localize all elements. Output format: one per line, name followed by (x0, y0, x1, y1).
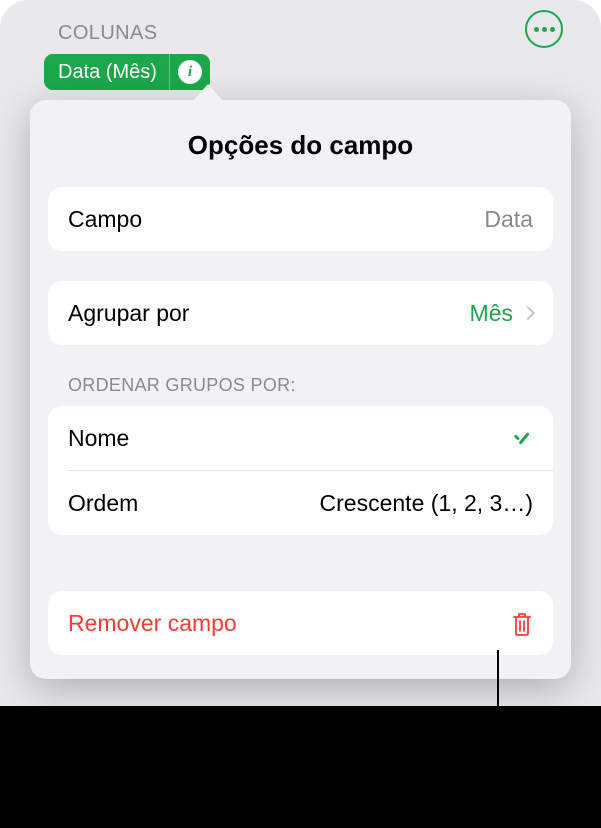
row-group-by-right: Mês (470, 300, 533, 327)
section-header-columns: COLUNAS (58, 22, 158, 45)
trash-icon (511, 611, 533, 635)
row-group-by-value: Mês (470, 300, 513, 327)
row-group-by-label: Agrupar por (68, 300, 189, 327)
panel-root: COLUNAS Data (Mês) i Opções do campo Cam… (0, 0, 601, 828)
column-chip[interactable]: Data (Mês) i (44, 54, 210, 90)
group-field: Campo Data (48, 187, 553, 251)
group-sort: Nome Ordem Crescente (1, 2, 3…) (48, 406, 553, 535)
callout-line (497, 650, 499, 800)
checkmark-icon (511, 427, 533, 449)
row-order-value: Crescente (1, 2, 3…) (320, 490, 533, 517)
group-remove: Remover campo (48, 591, 553, 655)
row-sort-name[interactable]: Nome (48, 406, 553, 470)
row-field-value: Data (484, 206, 533, 233)
row-remove-label: Remover campo (68, 610, 237, 637)
row-group-by[interactable]: Agrupar por Mês (48, 281, 553, 345)
column-chip-row: Data (Mês) i (44, 54, 210, 90)
row-field[interactable]: Campo Data (48, 187, 553, 251)
row-sort-name-label: Nome (68, 425, 129, 452)
field-options-popover: Opções do campo Campo Data Agrupar por M… (30, 100, 571, 679)
sort-groups-caption: ORDENAR GRUPOS POR: (68, 375, 533, 396)
info-icon: i (178, 60, 202, 84)
row-order[interactable]: Ordem Crescente (1, 2, 3…) (48, 471, 553, 535)
popover-pointer (192, 84, 224, 102)
ellipsis-icon (534, 27, 539, 32)
bottom-bar (0, 706, 601, 828)
chevron-right-icon (521, 306, 535, 320)
popover-title: Opções do campo (30, 100, 571, 187)
group-groupby: Agrupar por Mês (48, 281, 553, 345)
column-chip-label: Data (Mês) (44, 61, 169, 84)
row-remove-field[interactable]: Remover campo (48, 591, 553, 655)
more-options-button[interactable] (525, 10, 563, 48)
row-order-label: Ordem (68, 490, 138, 517)
row-field-label: Campo (68, 206, 142, 233)
